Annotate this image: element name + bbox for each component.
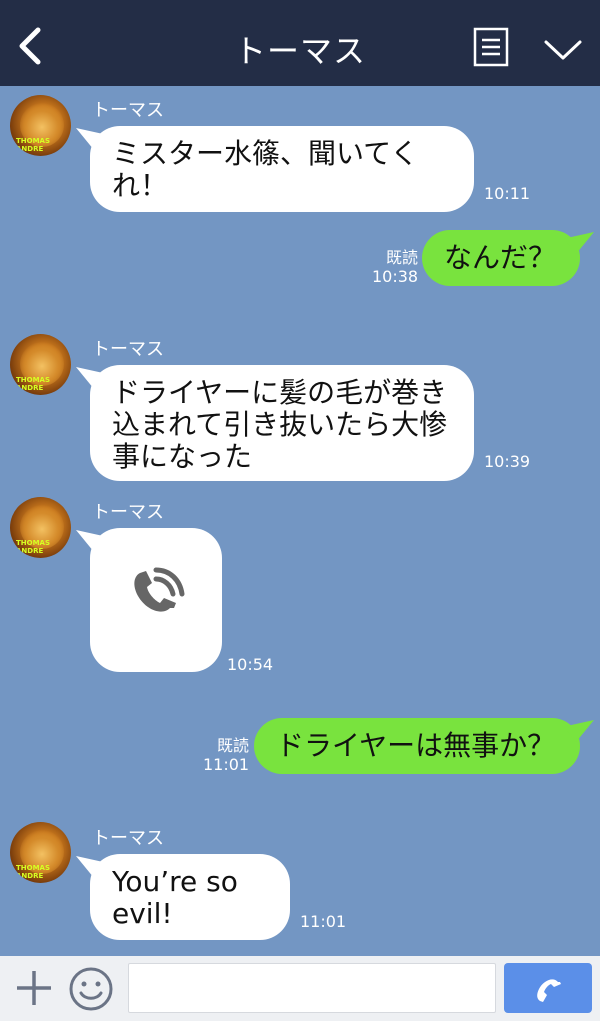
message-bubble-outgoing[interactable]: ドライヤーは無事か？ xyxy=(254,718,580,774)
message-bubble-incoming[interactable]: ドライヤーに髪の毛が巻き込まれて引き抜いたら大惨事になった xyxy=(90,365,474,481)
call-button[interactable] xyxy=(504,963,592,1013)
message-time: 11:01 xyxy=(300,912,347,931)
sender-name: トーマス xyxy=(92,828,164,849)
message-bubble-outgoing[interactable]: なんだ？ xyxy=(422,230,580,286)
sender-name: トーマス xyxy=(92,339,164,360)
call-bubble[interactable] xyxy=(90,528,222,672)
chevron-down-icon[interactable] xyxy=(543,34,583,64)
message-time: 11:01 xyxy=(203,755,250,774)
message-text: ドライヤーは無事か？ xyxy=(276,729,556,762)
plus-icon[interactable] xyxy=(14,968,54,1008)
message-text: ドライヤーに髪の毛が巻き込まれて引き抜いたら大惨事になった xyxy=(112,376,448,473)
message-time: 10:11 xyxy=(484,184,531,203)
sender-name: トーマス xyxy=(92,100,164,121)
read-label: 既読 xyxy=(216,736,249,755)
chat-header: トーマス xyxy=(0,0,600,86)
message-time: 10:38 xyxy=(372,267,419,286)
read-receipt: 既読 11:01 xyxy=(203,736,249,774)
avatar[interactable]: THOMAS ANDRE xyxy=(10,334,71,395)
phone-missed-icon xyxy=(134,567,185,612)
phone-icon xyxy=(537,979,561,1002)
avatar[interactable]: THOMAS ANDRE xyxy=(10,95,71,156)
read-label: 既読 xyxy=(385,248,418,267)
chat-area[interactable]: THOMAS ANDRE トーマス ミスター水篠、聞いてくれ！ 10:11 既読… xyxy=(0,86,600,956)
chat-title: トーマス xyxy=(233,32,366,70)
message-time: 10:39 xyxy=(484,452,531,471)
read-receipt: 既読 10:38 xyxy=(372,248,418,286)
avatar[interactable]: THOMAS ANDRE xyxy=(10,497,71,558)
notes-icon[interactable] xyxy=(473,27,509,67)
message-bubble-incoming[interactable]: You’re so evil! xyxy=(90,854,290,940)
message-input-bar xyxy=(0,956,600,1021)
message-text: You’re so evil! xyxy=(112,865,238,930)
message-text: ミスター水篠、聞いてくれ！ xyxy=(112,137,419,202)
message-bubble-incoming[interactable]: ミスター水篠、聞いてくれ！ xyxy=(90,126,474,212)
sender-name: トーマス xyxy=(92,502,164,523)
avatar[interactable]: THOMAS ANDRE xyxy=(10,822,71,883)
message-text: なんだ？ xyxy=(444,241,557,274)
message-time: 10:54 xyxy=(227,655,274,674)
message-input[interactable] xyxy=(128,963,496,1013)
smiley-icon[interactable] xyxy=(68,966,114,1012)
